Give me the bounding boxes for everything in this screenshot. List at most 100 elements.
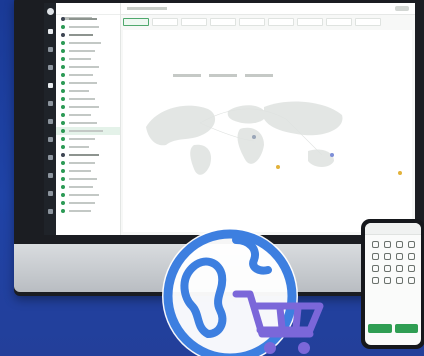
sidebar-item[interactable] [56,175,120,183]
phone-app-icon[interactable] [383,253,391,260]
rail-order-icon[interactable] [47,65,53,70]
phone-screen [365,223,421,345]
north-america-shape [146,105,216,146]
sidebar-item[interactable] [56,199,120,207]
sidebar-item-label [69,162,95,164]
sidebar-item[interactable] [56,23,120,31]
tab[interactable] [152,18,178,26]
phone-app-icon[interactable] [407,253,415,260]
sidebar-item-icon [61,65,65,69]
phone-app-icon[interactable] [407,265,415,272]
sidebar-item[interactable] [56,167,120,175]
sidebar-item-icon [61,129,65,133]
sidebar-item-label [69,178,97,180]
top-bar [121,3,415,15]
sidebar-item[interactable] [56,47,120,55]
sidebar-item[interactable] [56,39,120,47]
phone-app-icon[interactable] [395,241,403,248]
sidebar-item-label [69,26,99,28]
user-menu[interactable] [395,6,409,11]
sidebar-item-icon [61,33,65,37]
sidebar-item-icon [61,81,65,85]
rail-logout-icon[interactable] [47,209,53,214]
map-pin[interactable] [252,135,256,139]
app-title [56,3,120,20]
sidebar-item-icon [61,41,65,45]
sidebar-item-icon [61,201,65,205]
sidebar-item[interactable] [56,55,120,63]
phone-app-icon[interactable] [407,277,415,284]
sidebar-item-label [69,210,91,212]
phone-app-icon[interactable] [371,241,379,248]
sidebar-item-icon [61,113,65,117]
tab[interactable] [123,18,149,26]
sidebar-item[interactable] [56,127,120,135]
sidebar-group[interactable] [56,31,120,39]
sidebar-item[interactable] [56,207,120,215]
tab[interactable] [268,18,294,26]
sidebar-item-label [69,34,93,36]
phone-app-icon[interactable] [383,265,391,272]
sidebar-item-label [69,50,95,52]
tab[interactable] [355,18,381,26]
phone-app-icon[interactable] [395,277,403,284]
phone-app-icon[interactable] [371,265,379,272]
tab[interactable] [326,18,352,26]
sidebar-item-icon [61,89,65,93]
sidebar-item[interactable] [56,159,120,167]
sidebar-item-icon [61,49,65,53]
sidebar-item[interactable] [56,87,120,95]
breadcrumb [127,7,167,10]
rail-help-icon[interactable] [47,191,53,196]
rail-shop-icon[interactable] [47,47,53,52]
phone-secondary-button[interactable] [394,324,418,333]
sidebar-item-icon [61,25,65,29]
map-pin[interactable] [276,165,280,169]
map-pin[interactable] [398,171,402,175]
tab[interactable] [210,18,236,26]
cart-wheel-left [264,342,276,354]
rail-user-icon[interactable] [47,101,53,106]
sidebar-item[interactable] [56,111,120,119]
sidebar-item[interactable] [56,95,120,103]
rail-finance-icon[interactable] [47,137,53,142]
rail-settings-icon[interactable] [47,173,53,178]
sidebar-item-label [69,82,97,84]
sidebar-item-icon [61,177,65,181]
phone-app-icon[interactable] [383,277,391,284]
sidebar-item[interactable] [56,103,120,111]
rail-home-icon[interactable] [47,29,53,34]
rail-message-icon[interactable] [47,155,53,160]
rail-chart-icon[interactable] [47,119,53,124]
map-subtitle [173,74,273,77]
tab[interactable] [181,18,207,26]
sidebar-item-label [69,154,99,156]
sidebar-item-label [69,122,97,124]
sidebar-group[interactable] [56,151,120,159]
tab[interactable] [239,18,265,26]
map-pin[interactable] [330,153,334,157]
phone-app-icon[interactable] [371,277,379,284]
sidebar-item[interactable] [56,79,120,87]
sidebar-item[interactable] [56,71,120,79]
phone-app-icon[interactable] [407,241,415,248]
sidebar-item-icon [61,153,65,157]
phone-icon-grid [365,235,421,284]
sidebar-item[interactable] [56,143,120,151]
rail-product-icon[interactable] [47,83,53,88]
sidebar-item-label [69,138,95,140]
tab[interactable] [297,18,323,26]
phone-primary-button[interactable] [368,324,392,333]
sidebar-item[interactable] [56,119,120,127]
phone-app-icon[interactable] [395,265,403,272]
sidebar-item-icon [61,161,65,165]
europe-shape [227,105,267,124]
phone-app-icon[interactable] [383,241,391,248]
sidebar-item[interactable] [56,183,120,191]
sidebar-item-label [69,58,91,60]
sidebar-item[interactable] [56,63,120,71]
sidebar-item[interactable] [56,191,120,199]
phone-app-icon[interactable] [395,253,403,260]
sidebar-item[interactable] [56,135,120,143]
phone-app-icon[interactable] [371,253,379,260]
